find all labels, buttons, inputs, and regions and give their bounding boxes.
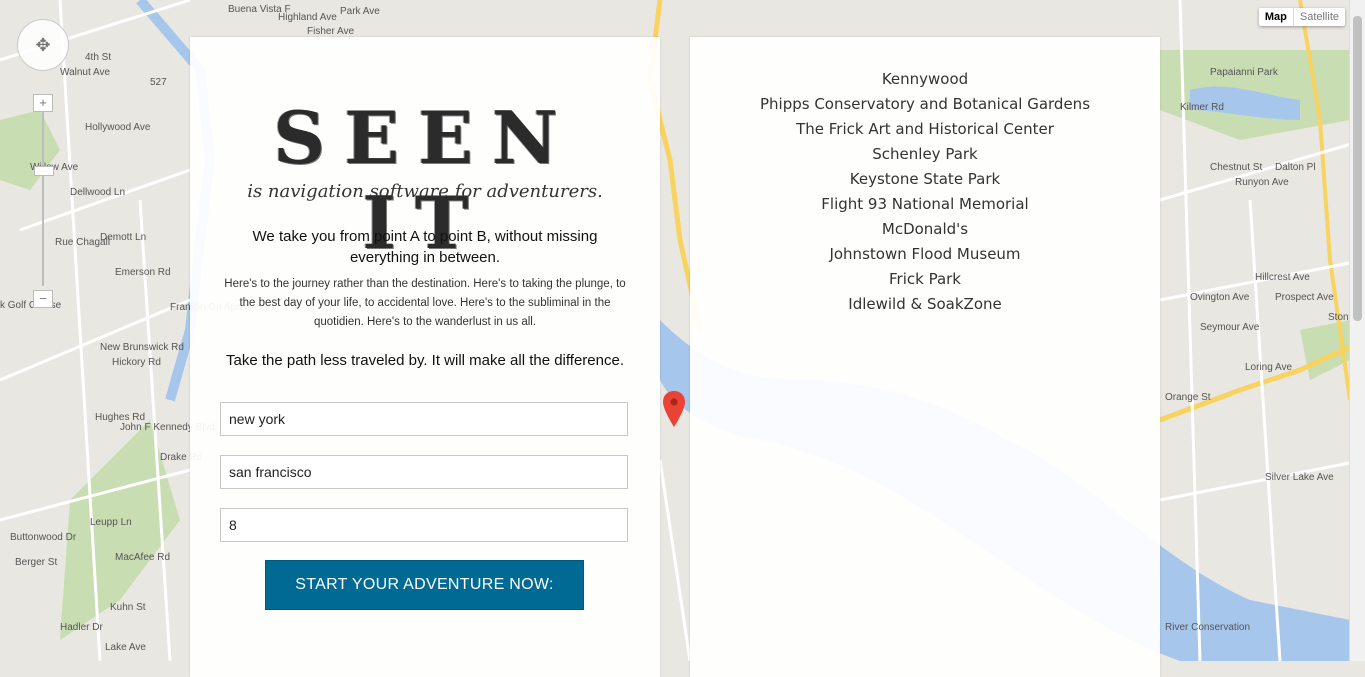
end-location-input[interactable] — [220, 455, 628, 489]
places-list: Kennywood Phipps Conservatory and Botani… — [690, 67, 1160, 317]
map-label: Silver Lake Ave — [1265, 472, 1334, 483]
map-label: Berger St — [15, 557, 57, 568]
tagline: is navigation software for adventurers. — [247, 181, 603, 202]
map-label: Fisher Ave — [307, 26, 354, 37]
pan-arrows-icon: ✥ — [35, 34, 51, 55]
map-label: Dellwood Ln — [70, 187, 125, 198]
map-label: Lake Ave — [105, 642, 146, 653]
map-type-map-button[interactable]: Map — [1259, 8, 1294, 26]
zoom-slider-thumb[interactable] — [34, 166, 54, 176]
map-label: Demott Ln — [100, 232, 146, 243]
intro-panel: SEEN IT is navigation software for adven… — [190, 37, 660, 677]
quote-text: Take the path less traveled by. It will … — [226, 352, 624, 369]
place-item[interactable]: Phipps Conservatory and Botanical Garden… — [690, 92, 1160, 117]
map-type-control[interactable]: Map Satellite — [1258, 8, 1345, 26]
map-label: Park Ave — [340, 6, 380, 17]
map-label: Highland Ave — [278, 12, 337, 23]
zoom-control[interactable]: + − — [33, 94, 54, 308]
map-label: Orange St — [1165, 392, 1211, 403]
map-label: Loring Ave — [1245, 362, 1293, 373]
map-label: Kilmer Rd — [1180, 102, 1224, 113]
map-label: 4th St — [85, 52, 111, 63]
map-label: Chestnut St — [1210, 162, 1262, 173]
map-label: MacAfee Rd — [115, 552, 170, 563]
map-label: Emerson Rd — [115, 267, 171, 278]
map-label: Prospect Ave — [1275, 292, 1334, 303]
place-item[interactable]: Keystone State Park — [690, 167, 1160, 192]
place-item[interactable]: Schenley Park — [690, 142, 1160, 167]
map-label: Hughes Rd — [95, 412, 145, 423]
map-label: New Brunswick Rd — [100, 342, 184, 353]
place-item[interactable]: Kennywood — [690, 67, 1160, 92]
map-label: Runyon Ave — [1235, 177, 1289, 188]
places-panel: Kennywood Phipps Conservatory and Botani… — [690, 37, 1160, 677]
zoom-slider-track[interactable] — [42, 112, 44, 286]
pan-control[interactable]: ✥ — [17, 19, 69, 71]
map-label: Hickory Rd — [112, 357, 161, 368]
map-label: Kuhn St — [110, 602, 146, 613]
zoom-out-button[interactable]: − — [33, 290, 53, 308]
place-item[interactable]: Idlewild & SoakZone — [690, 292, 1160, 317]
place-item[interactable]: Frick Park — [690, 267, 1160, 292]
zoom-in-button[interactable]: + — [33, 94, 53, 112]
map-marker-icon[interactable] — [663, 391, 685, 427]
map-label: River Conservation — [1165, 622, 1250, 633]
place-item[interactable]: The Frick Art and Historical Center — [690, 117, 1160, 142]
map-label: Hillcrest Ave — [1255, 272, 1310, 283]
map-label: Papaianni Park — [1210, 67, 1279, 78]
place-item[interactable]: McDonald's — [690, 217, 1160, 242]
lead-text: We take you from point A to point B, wit… — [252, 228, 598, 266]
map-type-satellite-button[interactable]: Satellite — [1294, 8, 1345, 26]
body-text: Here's to the journey rather than the de… — [224, 278, 626, 328]
start-location-input[interactable] — [220, 402, 628, 436]
scrollbar-thumb[interactable] — [1353, 16, 1362, 321]
map-label: Walnut Ave — [60, 67, 110, 78]
map-label: Buttonwood Dr — [10, 532, 77, 543]
page-scrollbar[interactable] — [1349, 0, 1365, 661]
map-label: Dalton Pl — [1275, 162, 1316, 173]
map-label: Leupp Ln — [90, 517, 132, 528]
map-label: Ovington Ave — [1190, 292, 1250, 303]
place-item[interactable]: Flight 93 National Memorial — [690, 192, 1160, 217]
map-label: 527 — [150, 77, 167, 88]
map-label: Seymour Ave — [1200, 322, 1260, 333]
map-label: Hadler Dr — [60, 622, 103, 633]
start-adventure-button[interactable]: START YOUR ADVENTURE NOW: — [265, 560, 584, 610]
place-item[interactable]: Johnstown Flood Museum — [690, 242, 1160, 267]
stops-count-input[interactable] — [220, 508, 628, 542]
map-label: Hollywood Ave — [85, 122, 151, 133]
